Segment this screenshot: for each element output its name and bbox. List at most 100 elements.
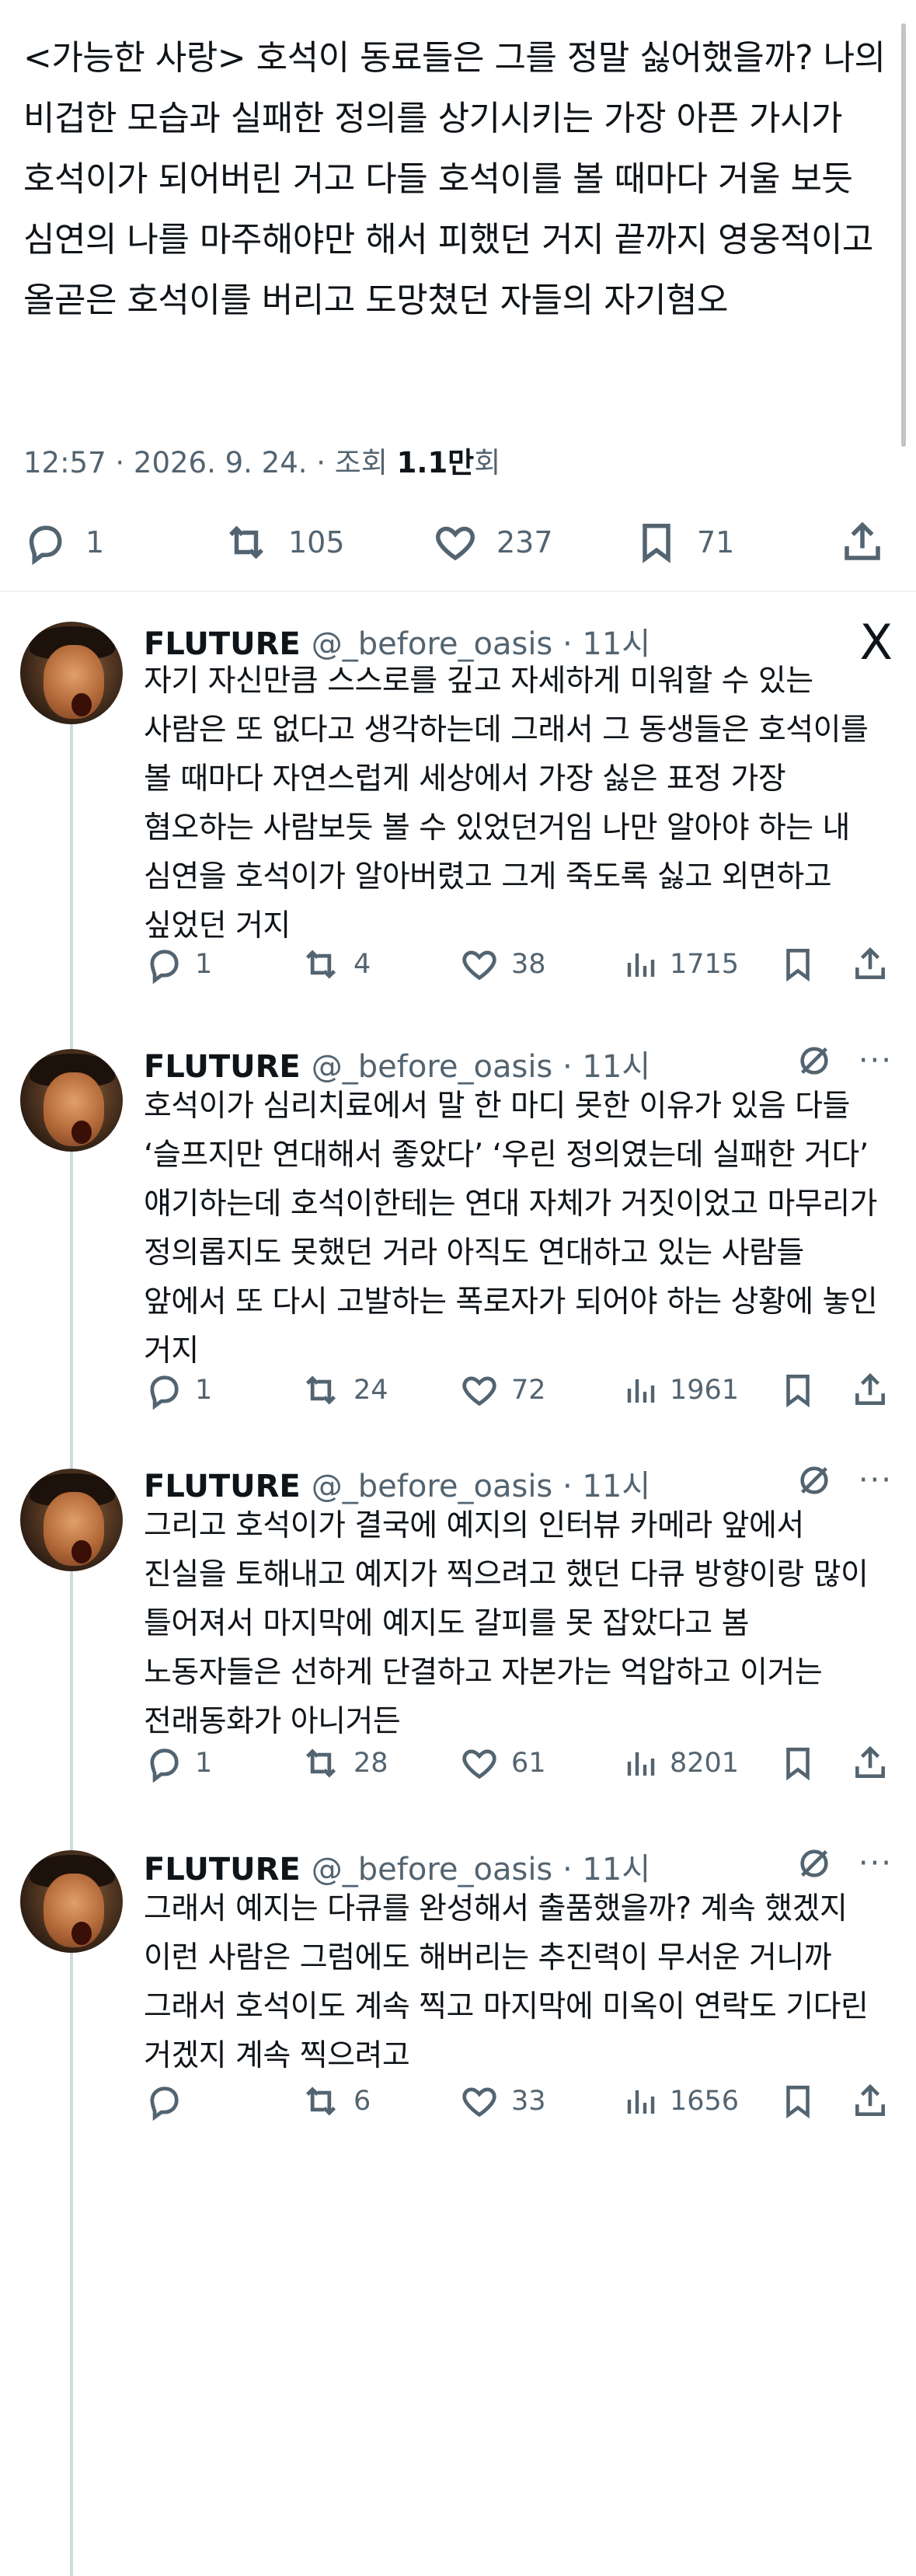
like-button[interactable]: 61 (458, 1743, 546, 1783)
view-count: 8201 (670, 1748, 740, 1779)
retweet-count: 28 (354, 1748, 388, 1779)
heart-icon (462, 1749, 496, 1779)
avatar[interactable] (20, 1049, 123, 1152)
like-button[interactable]: 38 (458, 944, 546, 985)
bookmark-icon (786, 2086, 810, 2119)
bookmark-icon (786, 1748, 810, 1781)
reply-button[interactable]: 1 (144, 944, 212, 985)
share-button[interactable] (851, 2081, 890, 2121)
heart-icon (436, 526, 475, 561)
reply-tweet[interactable]: FLUTURE @_before_oasis · 11시 ··· 호석이가 심리… (0, 1041, 916, 1445)
reply-button[interactable]: 1 (22, 519, 104, 566)
bookmark-button[interactable] (778, 1370, 817, 1410)
retweet-count: 24 (354, 1375, 388, 1406)
retweet-icon (305, 950, 336, 979)
reply-text: 호석이가 심리치료에서 말 한 마디 못한 이유가 있음 다들 ‘슬프지만 연대… (144, 1089, 878, 1368)
view-count: 1715 (670, 949, 740, 980)
author-name[interactable]: FLUTURE (144, 1852, 301, 1888)
main-tweet-text: <가능한 사랑> 호석이 동료들은 그를 정말 싫어했을까? 나의 비겁한 모습… (23, 38, 897, 320)
heart-icon (462, 1376, 496, 1407)
like-count: 38 (511, 949, 546, 980)
reply-icon (150, 2086, 179, 2121)
share-icon (855, 2084, 885, 2116)
avatar[interactable] (20, 1850, 123, 1953)
retweet-button[interactable]: 4 (299, 944, 371, 985)
reply-text: 자기 자신만큼 스스로를 깊고 자세하게 미워할 수 있는 사람은 또 없다고 … (144, 664, 869, 943)
bookmark-icon (786, 949, 810, 982)
main-tweet: <가능한 사랑> 호석이 동료들은 그를 정말 싫어했을까? 나의 비겁한 모습… (23, 28, 893, 331)
retweet-button[interactable]: 28 (299, 1743, 388, 1783)
reply-button[interactable]: 1 (144, 1370, 212, 1410)
bookmark-button[interactable] (778, 2081, 817, 2121)
view-count: 1.1만 (396, 446, 475, 479)
bookmark-button[interactable]: 71 (633, 519, 734, 566)
bookmark-icon (786, 1375, 810, 1408)
reply-icon (29, 525, 62, 566)
grok-icon[interactable] (796, 1043, 832, 1079)
retweet-button[interactable]: 105 (221, 519, 345, 566)
view-count: 1656 (670, 2086, 740, 2117)
like-button[interactable]: 72 (458, 1370, 546, 1410)
reply-tweet[interactable]: FLUTURE @_before_oasis · 11시 ··· 그리고 호석이… (0, 1461, 916, 1803)
avatar[interactable] (20, 622, 123, 724)
tweet-meta: 12:57 · 2026. 9. 24. · 조회 1.1만회 (23, 439, 500, 481)
bookmark-button[interactable] (778, 944, 817, 985)
like-count: 72 (511, 1375, 546, 1406)
views-button[interactable]: 1961 (622, 1370, 739, 1410)
bookmark-count: 71 (697, 525, 735, 559)
retweet-count: 6 (354, 2086, 371, 2117)
author-handle[interactable]: @_before_oasis · 11시 (312, 1844, 650, 1889)
grok-icon[interactable] (796, 1846, 832, 1881)
reply-corner-icons: ··· (796, 1462, 893, 1498)
views-button[interactable]: 1656 (622, 2081, 739, 2121)
author-handle[interactable]: @_before_oasis · 11시 (312, 1461, 650, 1506)
retweet-button[interactable]: 6 (299, 2081, 371, 2121)
bookmark-button[interactable] (778, 1743, 817, 1783)
like-button[interactable]: 33 (458, 2081, 546, 2121)
retweet-button[interactable]: 24 (299, 1370, 388, 1410)
view-suffix: 회 (474, 446, 501, 479)
retweet-icon (305, 2086, 336, 2116)
more-options-icon[interactable]: ··· (859, 1043, 893, 1079)
reply-tweet[interactable]: FLUTURE @_before_oasis · 11시 ··· 그래서 예지는… (0, 1844, 916, 2136)
share-icon (855, 1373, 885, 1405)
retweet-icon (305, 1375, 336, 1405)
reply-header: FLUTURE @_before_oasis · 11시 (144, 1041, 650, 1086)
author-handle[interactable]: @_before_oasis · 11시 (312, 1041, 650, 1086)
views-button[interactable]: 1715 (622, 944, 739, 985)
reply-count: 1 (85, 525, 105, 559)
like-button[interactable]: 237 (431, 519, 553, 566)
grok-icon[interactable] (796, 1462, 832, 1498)
reply-action-bar: 6 33 1656 (0, 2081, 916, 2128)
views-icon (627, 2090, 655, 2114)
more-options-icon[interactable]: ··· (859, 1462, 893, 1498)
main-action-bar: 1 105 237 71 (0, 513, 916, 575)
reply-header: FLUTURE @_before_oasis · 11시 (144, 1461, 650, 1506)
reply-icon (150, 1375, 179, 1410)
scrollbar[interactable] (901, 23, 906, 447)
reply-count: 1 (195, 1375, 213, 1406)
reply-button[interactable] (144, 2081, 195, 2121)
reply-tweet[interactable]: FLUTURE @_before_oasis · 11시 X 자기 자신만큼 스… (0, 614, 916, 1010)
share-button[interactable] (851, 1743, 890, 1783)
avatar[interactable] (20, 1469, 123, 1571)
heart-icon (462, 950, 496, 981)
divider (0, 591, 916, 592)
share-button[interactable] (851, 944, 890, 985)
reply-button[interactable]: 1 (144, 1743, 212, 1783)
share-button[interactable] (851, 1370, 890, 1410)
like-count: 61 (511, 1748, 546, 1779)
author-name[interactable]: FLUTURE (144, 1469, 301, 1504)
views-button[interactable]: 8201 (622, 1743, 739, 1783)
share-icon (855, 1746, 885, 1778)
like-count: 237 (496, 525, 553, 559)
retweet-icon (305, 1748, 336, 1778)
views-icon (627, 1752, 655, 1776)
reply-header: FLUTURE @_before_oasis · 11시 (144, 1844, 650, 1889)
retweet-count: 4 (354, 949, 371, 980)
author-name[interactable]: FLUTURE (144, 1049, 301, 1085)
reply-count: 1 (195, 949, 213, 980)
share-button[interactable] (839, 519, 886, 566)
more-options-icon[interactable]: ··· (859, 1846, 893, 1881)
reply-action-bar: 1 28 61 8201 (0, 1743, 916, 1790)
